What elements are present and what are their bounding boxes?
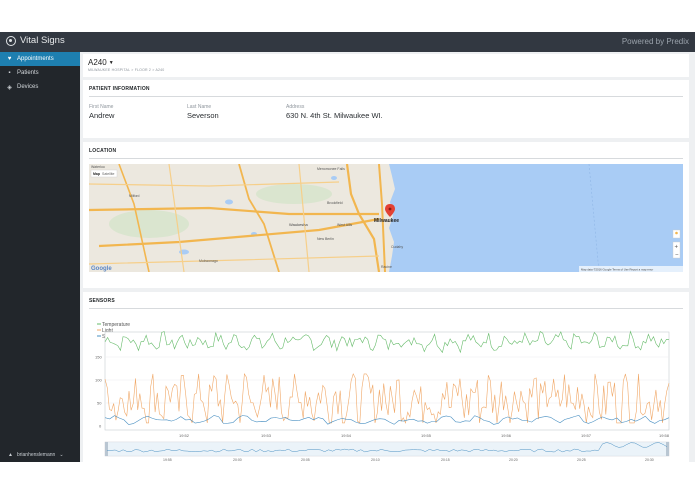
google-logo[interactable]: Google <box>91 266 112 272</box>
breadcrumb: MILWAUKEE HOSPITAL > FLOOR 2 > A240 <box>88 68 165 72</box>
sidebar: ♥ Appointments ▪ Patients ◈ Devices ▲ br… <box>0 52 80 462</box>
user-menu[interactable]: ▲ brianhenslemann ⌄ <box>8 452 64 458</box>
nav-tick-label: 20:00 <box>233 458 242 462</box>
sensor-chart[interactable]: Temperature Light Sound 150 100 50 0 19:… <box>83 292 689 462</box>
section-title: PATIENT INFORMATION <box>89 86 150 92</box>
pegman-head <box>675 231 678 235</box>
map-label: Brookfield <box>327 201 343 205</box>
y-tick-label: 100 <box>95 378 102 383</box>
map-label: West Allis <box>337 223 352 227</box>
x-tick-label: 19:56 <box>501 433 512 438</box>
main-content: A240 ▼ MILWAUKEE HOSPITAL > FLOOR 2 > A2… <box>80 52 695 462</box>
caret-down-icon: ▼ <box>108 59 114 66</box>
small-lake <box>331 176 337 180</box>
field-label: Address <box>286 104 305 110</box>
heart-icon: ♥ <box>7 56 12 62</box>
map-label: Waterloo <box>91 165 105 169</box>
field-label: Last Name <box>187 104 212 110</box>
x-tick-label: 19:52 <box>179 433 190 438</box>
app-title: Vital Signs <box>20 35 65 46</box>
map-label: Menomonee Falls <box>317 167 345 171</box>
field-value: 630 N. 4th St. Milwaukee WI. <box>286 111 383 120</box>
range-handle-left[interactable] <box>105 442 108 456</box>
y-tick-label: 0 <box>99 424 102 429</box>
field-label: First Name <box>89 104 114 110</box>
divider <box>89 158 683 159</box>
location-card: LOCATION Waterloo Milford Mukwonago Wauk… <box>83 142 689 288</box>
address-field: Address 630 N. 4th St. Milwaukee WI. <box>286 104 383 120</box>
sidebar-item-label: Appointments <box>17 56 54 62</box>
map[interactable]: Waterloo Milford Mukwonago Waukesha West… <box>89 164 683 272</box>
map-label: Racine <box>381 265 392 269</box>
y-tick-label: 50 <box>97 401 102 406</box>
map-type-satellite-button[interactable]: Satellite <box>102 172 115 176</box>
last-name-field: Last Name Severson <box>187 104 219 120</box>
x-tick-label: 19:53 <box>261 433 272 438</box>
x-tick-label: 19:58 <box>659 433 670 438</box>
sidebar-item-appointments[interactable]: ♥ Appointments <box>0 52 80 66</box>
divider <box>89 96 683 97</box>
sidebar-item-patients[interactable]: ▪ Patients <box>0 66 80 80</box>
map-label: New Berlin <box>317 237 334 241</box>
map-label: Waukesha <box>289 222 309 227</box>
user-name: brianhenslemann <box>16 452 56 458</box>
park-area <box>256 184 332 204</box>
map-label: Mukwonago <box>199 259 218 263</box>
sidebar-item-label: Devices <box>17 84 39 90</box>
small-lake <box>225 199 233 205</box>
zoom-in-button[interactable]: + <box>675 245 679 251</box>
pin-dot <box>388 207 392 211</box>
nav-tick-label: 20:10 <box>371 458 380 462</box>
map-label: Cudahy <box>391 245 403 249</box>
zoom-out-button[interactable]: − <box>675 253 679 259</box>
map-canvas[interactable]: Waterloo Milford Mukwonago Waukesha West… <box>89 164 683 272</box>
devices-icon: ◈ <box>7 84 12 91</box>
y-tick-label: 150 <box>95 355 102 360</box>
x-tick-label: 19:54 <box>341 433 352 438</box>
nav-tick-label: 20:20 <box>509 458 518 462</box>
patient-info-card: PATIENT INFORMATION First Name Andrew La… <box>83 80 689 138</box>
vital-signs-logo-icon <box>6 35 16 46</box>
room-header: A240 ▼ MILWAUKEE HOSPITAL > FLOOR 2 > A2… <box>83 54 689 77</box>
map-type-map-button[interactable]: Map <box>93 172 100 176</box>
top-bar: Vital Signs Powered by Predix <box>0 32 695 52</box>
sensors-card: SENSORS Temperature Light Sound 150 100 … <box>83 292 689 462</box>
app-window: Vital Signs Powered by Predix ♥ Appointm… <box>0 32 695 462</box>
nav-tick-label: 20:30 <box>645 458 654 462</box>
plot-area <box>104 331 670 431</box>
map-attribution[interactable]: Map data ©2016 Google Terms of Use Repor… <box>581 268 653 272</box>
patients-icon: ▪ <box>8 70 11 76</box>
lake-michigan <box>389 164 683 272</box>
brand[interactable]: Vital Signs <box>6 35 65 46</box>
range-selection-window[interactable] <box>107 442 667 456</box>
room-title: A240 <box>88 58 107 67</box>
sidebar-item-devices[interactable]: ◈ Devices <box>0 80 80 94</box>
nav-tick-label: 20:15 <box>441 458 450 462</box>
x-tick-label: 19:57 <box>581 433 592 438</box>
field-value: Severson <box>187 111 219 120</box>
sidebar-item-label: Patients <box>17 70 39 76</box>
section-title: LOCATION <box>89 148 117 154</box>
pin-city-label: Milwaukee <box>374 218 399 224</box>
nav-tick-label: 20:25 <box>577 458 586 462</box>
field-value: Andrew <box>89 111 115 120</box>
range-handle-right[interactable] <box>666 442 669 456</box>
x-tick-label: 19:55 <box>421 433 432 438</box>
first-name-field: First Name Andrew <box>89 104 114 120</box>
powered-by-label: Powered by Predix <box>621 37 689 46</box>
room-selector[interactable]: A240 ▼ <box>88 58 114 67</box>
nav-tick-label: 20:05 <box>301 458 310 462</box>
nav-tick-label: 19:55 <box>163 458 172 462</box>
chevron-down-icon: ⌄ <box>59 452 64 458</box>
map-label: Milford <box>129 194 140 198</box>
user-icon: ▲ <box>8 452 13 458</box>
